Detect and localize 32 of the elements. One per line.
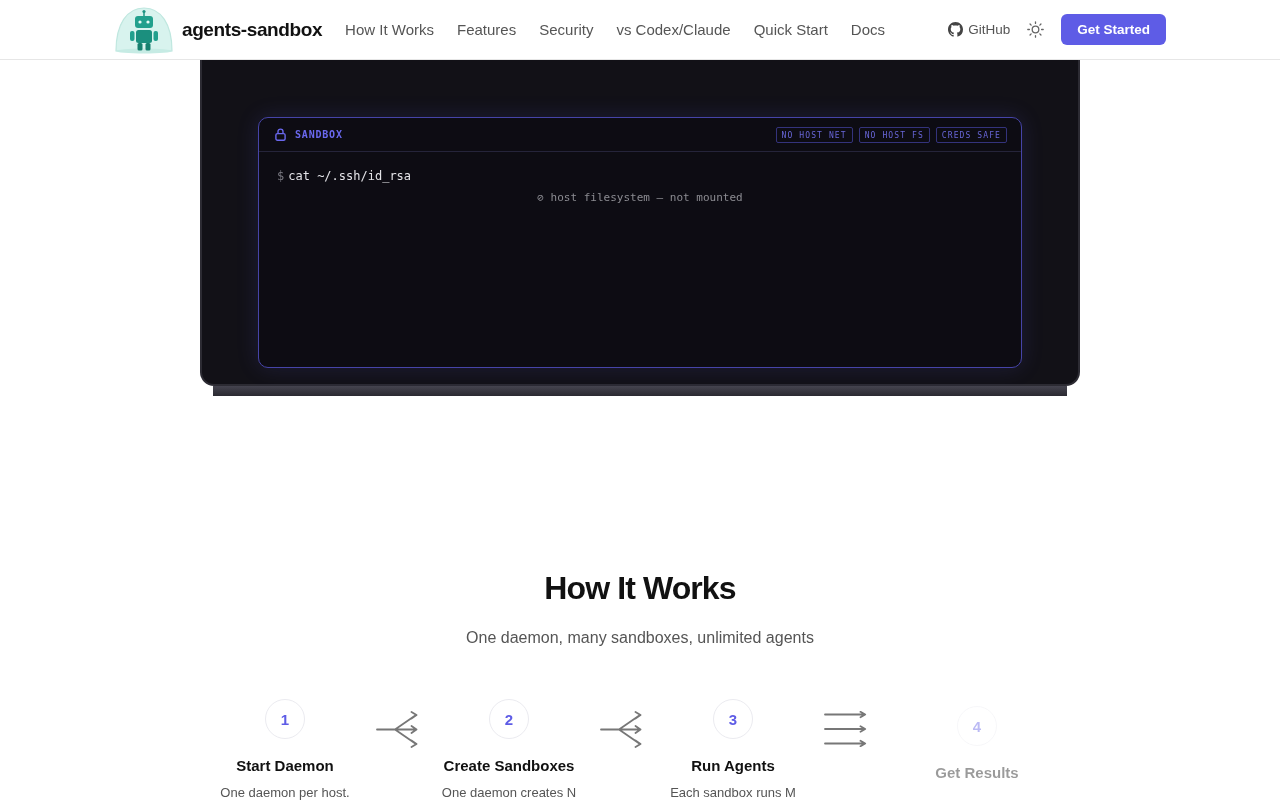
security-tag: NO HOST FS [858, 126, 930, 143]
nav-link[interactable]: Docs [850, 21, 885, 38]
nav-link[interactable]: Security [539, 21, 594, 38]
sandbox-label: SANDBOX [295, 129, 343, 140]
nav-link[interactable]: How It Works [345, 21, 434, 38]
terminal-command: cat ~/.ssh/id_rsa [288, 169, 412, 183]
step-title: Run Agents [691, 757, 775, 775]
github-link[interactable]: GitHub [948, 22, 1011, 37]
nav-link[interactable]: vs Codex/Claude [616, 21, 731, 38]
robot-logo-icon[interactable] [114, 5, 174, 54]
nav-link[interactable]: Quick Start [753, 21, 828, 38]
nav-link[interactable]: Features [457, 21, 517, 38]
section-title: How It Works [544, 569, 736, 608]
step-title: Get Results [935, 764, 1019, 782]
section-subtitle: One daemon, many sandboxes, unlimited agents [466, 628, 814, 648]
lock-icon [275, 128, 286, 141]
github-icon [948, 22, 964, 37]
get-started-button[interactable]: Get Started [1061, 14, 1166, 45]
step-title: Create Sandboxes [443, 757, 575, 775]
fan-out-arrow-icon [375, 711, 419, 748]
parallel-arrows-icon [823, 711, 867, 747]
sun-icon[interactable] [1027, 21, 1045, 38]
fan-out-arrow-icon [599, 711, 643, 748]
brand-name[interactable]: agents-sandbox [182, 18, 323, 41]
step-description: Each sandbox runs M [670, 785, 796, 800]
step-description: One daemon creates N [441, 785, 577, 800]
step-description: One daemon per host. [220, 785, 350, 800]
security-tag: CREDS SAFE [935, 126, 1007, 143]
prompt-symbol: $ [277, 169, 285, 183]
step-title: Start Daemon [236, 757, 334, 775]
terminal-notice: ⊘ host filesystem — not mounted [537, 191, 743, 204]
security-tag: NO HOST NET [775, 126, 853, 143]
